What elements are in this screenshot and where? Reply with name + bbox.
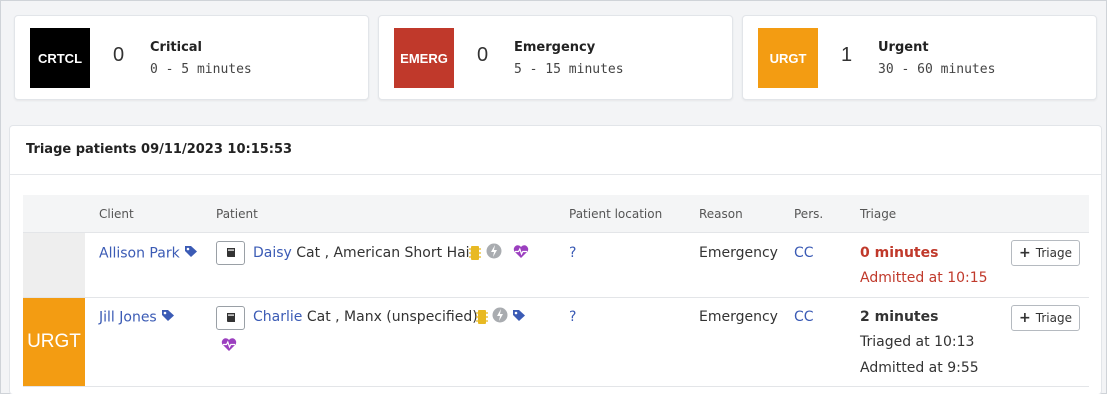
column-client[interactable]: Client [99,207,134,221]
plus-icon: + [1019,310,1031,326]
column-patient[interactable]: Patient [216,207,258,221]
triage-level-stripe [23,233,85,297]
patient-location[interactable]: ? [569,245,576,261]
patient-description: Cat , American Short Hair [296,245,476,261]
column-triage[interactable]: Triage [860,207,896,221]
urgent-summary-card: URGT 1 Urgent 30 - 60 minutes [742,15,1097,100]
patient-record-button[interactable] [216,241,245,265]
triage-time: 0 minutes [860,245,939,261]
patient-link[interactable]: Charlie [253,309,302,325]
triage-panel: Triage patients 09/11/2023 10:15:53 Clie… [9,125,1102,394]
client-link[interactable]: Allison Park [99,246,180,262]
patient-cell: Charlie Cat , Manx (unspecified) [253,309,478,325]
critical-summary-card: CRTCL 0 Critical 0 - 5 minutes [14,15,369,100]
urgent-range: 30 - 60 minutes [878,62,996,77]
heart-pulse-icon [221,338,237,351]
bolt-icon [492,307,508,323]
table-row: URGT Jill Jones Charlie Cat , Manx (unsp… [23,298,1089,387]
table-header: Client Patient Patient location Reason P… [23,195,1089,233]
admitted-time: Admitted at 9:55 [860,360,979,376]
tag-icon[interactable] [184,245,198,262]
triage-time: 2 minutes [860,309,939,325]
patient-description: Cat , Manx (unspecified) [306,309,478,325]
triage-level-stripe: URGT [23,298,85,386]
client-link[interactable]: Jill Jones [99,310,157,326]
book-icon [226,313,235,322]
tag-icon[interactable] [161,309,175,326]
reason-cell: Emergency [699,245,778,261]
pers-link[interactable]: CC [794,245,814,261]
patient-location[interactable]: ? [569,309,576,325]
urgent-count: 1 [841,44,853,66]
critical-range: 0 - 5 minutes [150,62,252,77]
heart-pulse-icon [513,245,529,258]
patient-record-button[interactable] [216,306,245,330]
critical-count: 0 [113,44,125,66]
plus-icon: + [1019,245,1031,261]
table-row: Allison Park Daisy Cat , American Short … [23,233,1089,298]
microchip-icon [469,246,481,260]
microchip-icon [476,310,488,324]
emergency-label: Emergency [514,40,596,55]
column-reason[interactable]: Reason [699,207,743,221]
column-pers[interactable]: Pers. [794,207,823,221]
patient-cell: Daisy Cat , American Short Hair [253,245,475,261]
critical-badge: CRTCL [30,28,90,88]
bolt-icon [486,243,502,259]
patient-link[interactable]: Daisy [253,245,292,261]
urgent-badge: URGT [758,28,818,88]
admitted-time: Admitted at 10:15 [860,270,988,286]
emergency-badge: EMERG [394,28,454,88]
urgent-label: Urgent [878,40,929,55]
triaged-time: Triaged at 10:13 [860,334,975,350]
tag-icon[interactable] [512,309,526,322]
book-icon [226,248,235,257]
client-cell: Allison Park [99,245,198,262]
triage-button-label: Triage [1035,311,1072,325]
panel-title: Triage patients 09/11/2023 10:15:53 [26,142,293,157]
reason-cell: Emergency [699,309,778,325]
emergency-summary-card: EMERG 0 Emergency 5 - 15 minutes [378,15,733,100]
panel-divider [10,174,1101,175]
client-cell: Jill Jones [99,309,175,326]
triage-button[interactable]: + Triage [1011,305,1080,331]
triage-button-label: Triage [1035,246,1072,260]
emergency-count: 0 [477,44,489,66]
column-patient-location[interactable]: Patient location [569,207,662,221]
critical-label: Critical [150,40,203,55]
app-window: CRTCL 0 Critical 0 - 5 minutes EMERG 0 E… [0,0,1107,394]
pers-link[interactable]: CC [794,309,814,325]
triage-button[interactable]: + Triage [1011,240,1080,266]
emergency-range: 5 - 15 minutes [514,62,624,77]
